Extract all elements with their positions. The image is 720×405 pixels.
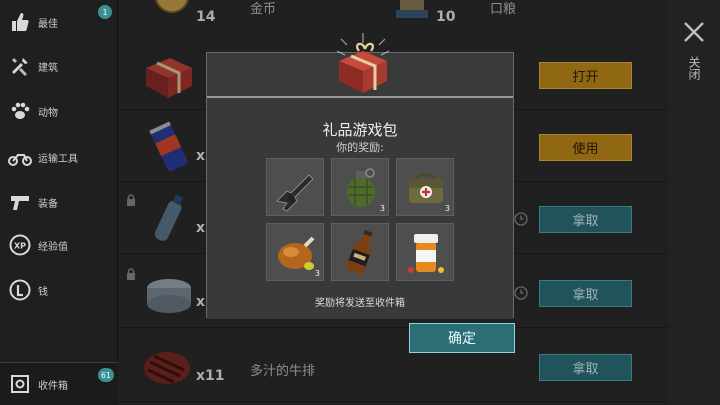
pill-bottle-icon (408, 234, 444, 273)
gift-box-icon (336, 33, 390, 93)
dialog-note: 奖励将发送至收件箱 (315, 298, 405, 309)
motorcycle-icon (8, 145, 32, 169)
reward-count: 3 (314, 269, 320, 278)
assault-rifle-icon (276, 174, 314, 212)
category-sidebar: 最佳 1 建筑 动物 运输工具 装备 XP 经验值 钱 收件箱 61 (0, 0, 118, 405)
reward-dialog: 礼品游戏包 你的奖励: 3 3 3 奖励将发送至收件箱 (206, 33, 514, 319)
sidebar-item-label: 建筑 (38, 62, 58, 74)
dialog-subtitle: 你的奖励: (336, 141, 384, 154)
notification-badge: 1 (98, 5, 112, 19)
close-label[interactable]: 关闭 (686, 56, 703, 80)
reward-slot[interactable]: 3 (396, 158, 454, 216)
reward-slot[interactable] (331, 223, 389, 281)
sidebar-item-animals[interactable]: 动物 (0, 91, 118, 131)
sidebar-item-label: 经验值 (38, 241, 68, 253)
coin-icon (8, 278, 32, 302)
reward-slot[interactable] (396, 223, 454, 281)
sidebar-item-label: 收件箱 (38, 380, 68, 392)
sidebar-item-xp[interactable]: XP 经验值 (0, 225, 118, 265)
inbox-icon (8, 372, 32, 396)
whiskey-bottle-icon (346, 230, 373, 275)
thumbs-up-icon (8, 10, 32, 34)
paw-icon (8, 99, 32, 123)
sidebar-item-money[interactable]: 钱 (0, 270, 118, 310)
confirm-button[interactable]: 确定 (409, 323, 515, 353)
sidebar-item-label: 动物 (38, 107, 58, 119)
sidebar-item-label: 钱 (38, 286, 48, 298)
xp-icon: XP (8, 233, 32, 257)
sidebar-item-vehicles[interactable]: 运输工具 (0, 137, 118, 177)
reward-count: 3 (379, 204, 385, 213)
close-icon[interactable] (682, 20, 706, 44)
grenade-icon (347, 168, 375, 207)
svg-text:XP: XP (14, 242, 26, 251)
reward-count: 3 (444, 204, 450, 213)
sidebar-item-inbox[interactable]: 收件箱 61 (0, 362, 118, 405)
reward-slot[interactable] (266, 158, 324, 216)
sidebar-item-label: 装备 (38, 198, 58, 210)
reward-slot[interactable]: 3 (331, 158, 389, 216)
medkit-bag-icon (409, 173, 443, 203)
sidebar-item-equipment[interactable]: 装备 (0, 182, 118, 222)
pistol-icon (8, 190, 32, 214)
notification-badge: 61 (97, 368, 114, 382)
reward-slot[interactable]: 3 (266, 223, 324, 281)
tools-icon (8, 54, 32, 78)
sidebar-item-label: 最佳 (38, 18, 58, 30)
close-panel: 关闭 (668, 0, 720, 405)
sidebar-item-best[interactable]: 最佳 1 (0, 2, 118, 42)
dialog-title: 礼品游戏包 (322, 121, 398, 139)
sidebar-item-building[interactable]: 建筑 (0, 46, 118, 86)
roast-chicken-icon (278, 236, 315, 270)
sidebar-item-label: 运输工具 (38, 153, 78, 165)
